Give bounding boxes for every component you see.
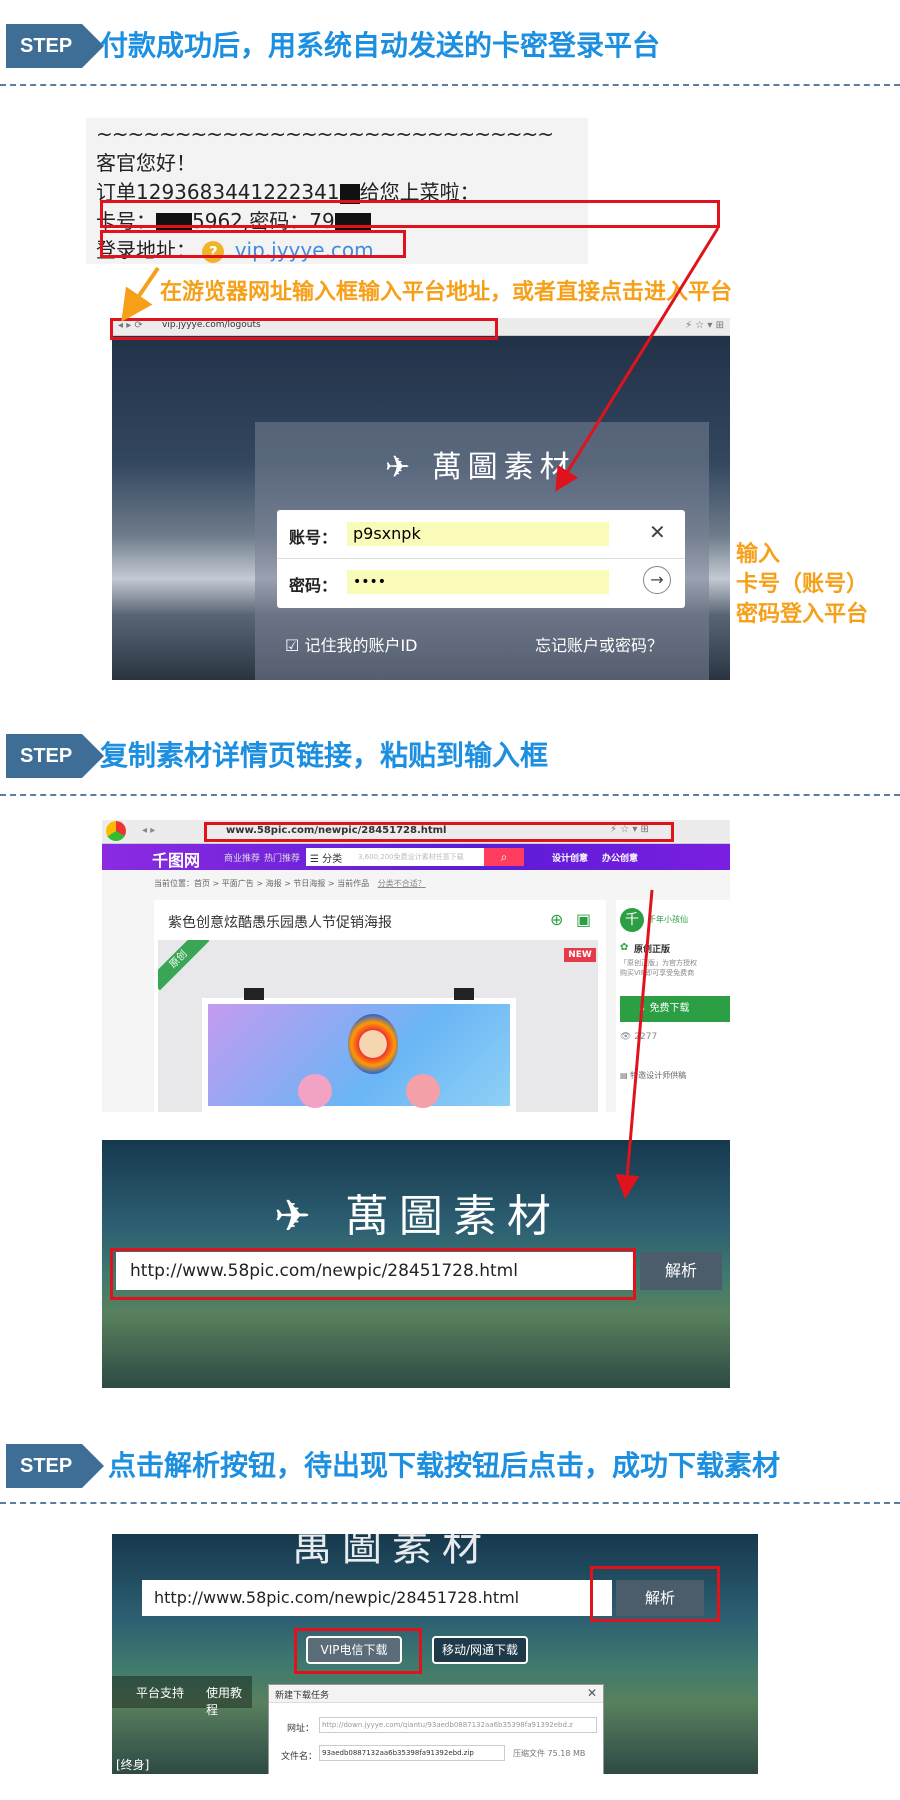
annotation-arrows xyxy=(121,227,720,1199)
arrow-to-form xyxy=(555,227,720,492)
arrow-to-url xyxy=(121,266,160,322)
arrow-to-input xyxy=(615,889,654,1199)
page: STEP 1 付款成功后，用系统自动发送的卡密登录平台 ~~~~~~~~~~~~… xyxy=(0,0,900,1800)
